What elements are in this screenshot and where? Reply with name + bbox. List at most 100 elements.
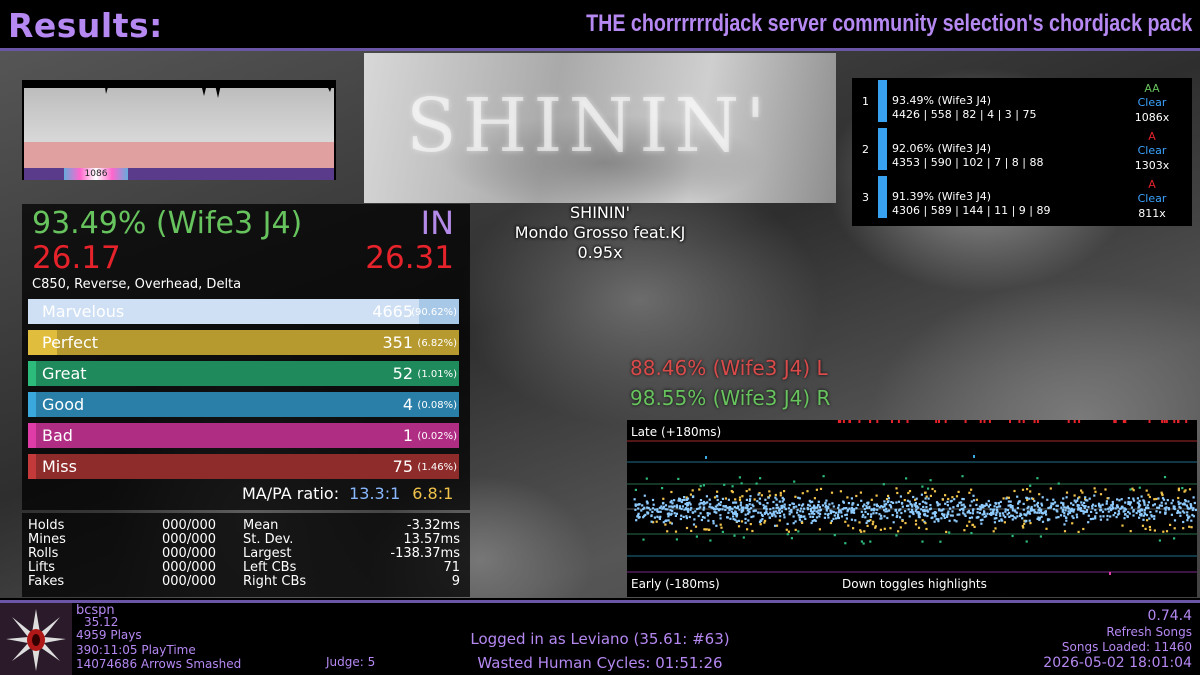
stats-panel: Holds 000/000 Mines 000/000 Rolls 000/000 Lift… <box>22 513 470 597</box>
judgment-name: Good <box>42 395 85 414</box>
avatar-image <box>0 603 72 675</box>
score-rank: 1 <box>862 95 869 108</box>
score-entry[interactable]: 1 93.49% (Wife3 J4) 4426 | 558 | 82 | 4 | … <box>852 80 1192 126</box>
judgment-row-good: Good 4 (0.08%) <box>28 392 459 417</box>
version-label: 0.74.4 <box>1147 608 1192 624</box>
banner-text: SHININ' <box>406 83 772 169</box>
miss-mark <box>1009 420 1011 423</box>
score-combo: 1303x <box>1134 159 1170 172</box>
miss-mark <box>988 420 991 423</box>
score-entry[interactable]: 2 92.06% (Wife3 J4) 4353 | 590 | 102 | 7 |… <box>852 128 1192 174</box>
offset-plot: Late (+180ms) Early (-180ms) Down toggle… <box>627 420 1197 597</box>
wife-percent: 93.49% (Wife3 J4) <box>32 206 303 241</box>
stat-value: 000/000 <box>162 546 217 561</box>
player-playtime: 390:11:05 PlayTime <box>76 643 196 657</box>
miss-mark <box>1073 420 1076 423</box>
bottom-bar-divider <box>0 600 1200 603</box>
miss-mark <box>897 420 900 423</box>
combo-marker: 1086 <box>64 168 128 180</box>
avatar[interactable] <box>0 603 72 675</box>
score-rank: 3 <box>862 191 869 204</box>
miss-mark <box>1078 420 1081 423</box>
screen-title: Results: <box>8 6 163 45</box>
miss-mark <box>935 420 938 423</box>
judgment-bar <box>28 392 459 417</box>
score-clear-type: Clear <box>1137 192 1167 205</box>
miss-mark <box>848 420 851 423</box>
score-grade: AA <box>1144 82 1160 95</box>
miss-mark <box>983 420 986 423</box>
judgment-name: Miss <box>42 457 77 476</box>
stat-label: Mean <box>243 518 279 533</box>
miss-mark <box>1124 420 1127 423</box>
grade-label: IN <box>420 204 454 242</box>
judgment-row-perfect: Perfect 351 (6.82%) <box>28 330 459 355</box>
judgment-count: 4665 <box>372 302 413 321</box>
score-bar <box>878 176 887 218</box>
score-rank: 2 <box>862 143 869 156</box>
judgment-pct: (1.01%) <box>417 369 457 380</box>
session-time: Wasted Human Cycles: 01:51:26 <box>477 654 723 672</box>
judgment-count: 75 <box>392 457 413 476</box>
miss-mark <box>1185 420 1188 423</box>
stat-value: 9 <box>451 574 460 589</box>
clock: 2026-05-02 18:01:04 <box>1043 655 1192 671</box>
score-clear-type: Clear <box>1137 144 1167 157</box>
judgment-count: 52 <box>392 364 413 383</box>
judgment-row-marvelous: Marvelous 4665 (90.62%) <box>28 299 459 324</box>
bad-dot <box>1109 572 1111 575</box>
judgment-name: Bad <box>42 426 73 445</box>
top-bar-divider <box>0 48 1200 51</box>
stat-label: Left CBs <box>243 560 297 575</box>
miss-mark <box>869 420 871 423</box>
mapa-label: MA/PA ratio: <box>242 484 340 503</box>
judgment-row-miss: Miss 75 (1.46%) <box>28 454 459 479</box>
judgment-row-great: Great 52 (1.01%) <box>28 361 459 386</box>
score-combo: 1086x <box>1134 111 1170 124</box>
judgment-count: 351 <box>382 333 413 352</box>
miss-mark <box>891 420 893 423</box>
left-hand-wife: 88.46% (Wife3 J4) L <box>630 356 828 380</box>
stat-value: 000/000 <box>162 560 217 575</box>
score-grade: A <box>1148 130 1156 143</box>
miss-mark <box>1114 420 1117 423</box>
song-banner: SHININ' <box>364 53 836 203</box>
miss-mark <box>1163 420 1166 423</box>
judgment-pct: (90.62%) <box>411 307 457 318</box>
judgment-bar <box>28 423 459 448</box>
stat-value: -138.37ms <box>390 546 460 561</box>
miss-mark <box>858 420 861 423</box>
miss-mark <box>1033 420 1036 423</box>
stat-label: Mines <box>28 532 66 547</box>
judge-level: Judge: 5 <box>326 655 376 669</box>
login-status[interactable]: Logged in as Leviano (35.61: #63) <box>400 630 800 648</box>
miss-mark <box>979 420 982 423</box>
stat-label: Right CBs <box>243 574 307 589</box>
msd-value: 26.17 <box>32 240 121 276</box>
miss-mark <box>839 420 842 423</box>
stat-label: Largest <box>243 546 292 561</box>
stat-value: -3.32ms <box>406 518 460 533</box>
mapa-ratio: MA/PA ratio: 13.3:1 6.8:1 <box>242 484 453 503</box>
miss-mark <box>1018 420 1021 423</box>
judgment-pct: (0.08%) <box>417 400 457 411</box>
score-judgments: 4426 | 558 | 82 | 4 | 3 | 75 <box>892 108 1037 121</box>
judgment-row-bad: Bad 1 (0.02%) <box>28 423 459 448</box>
ssr-value: 26.31 <box>365 240 454 276</box>
miss-mark <box>1148 420 1151 423</box>
refresh-songs-button[interactable]: Refresh Songs <box>1106 625 1192 639</box>
miss-mark <box>1161 420 1164 423</box>
miss-mark <box>906 420 909 423</box>
score-judgments: 4353 | 590 | 102 | 7 | 8 | 88 <box>892 156 1044 169</box>
score-clear-type: Clear <box>1137 96 1167 109</box>
judgment-pct: (6.82%) <box>417 338 457 349</box>
judgment-pct: (1.46%) <box>417 462 457 473</box>
player-arrows: 14074686 Arrows Smashed <box>76 657 242 671</box>
score-panel: 93.49% (Wife3 J4) IN 26.17 26.31 C850, R… <box>22 204 470 510</box>
player-rating: 35.12 <box>84 615 119 629</box>
judgment-fill <box>28 392 36 417</box>
life-graph: 1086 <box>22 80 336 180</box>
score-entry[interactable]: 3 91.39% (Wife3 J4) 4306 | 589 | 144 | 11 … <box>852 176 1192 222</box>
songs-loaded: Songs Loaded: 11460 <box>1061 640 1192 654</box>
stat-label: St. Dev. <box>243 532 294 547</box>
